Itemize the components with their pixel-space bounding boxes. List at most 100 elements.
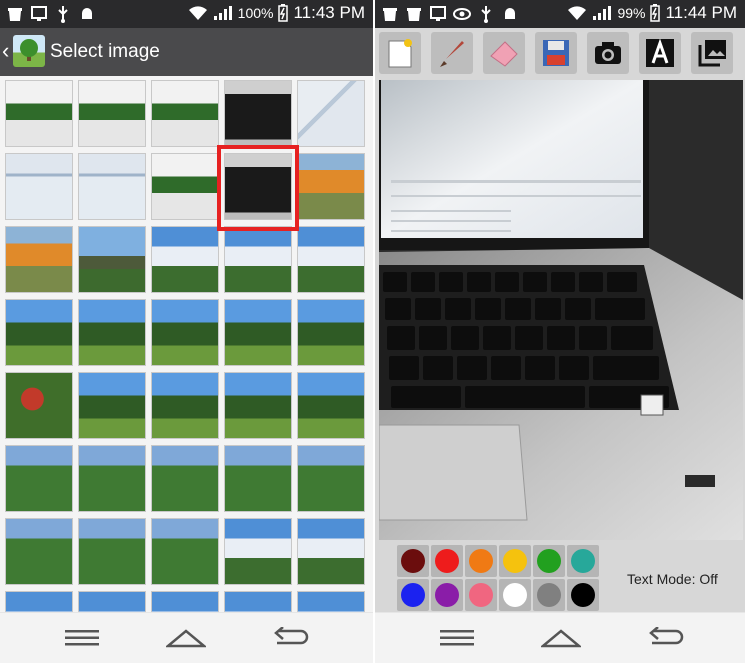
color-swatch[interactable] (465, 579, 497, 611)
image-thumbnail[interactable] (297, 518, 365, 585)
image-thumbnail[interactable] (5, 372, 73, 439)
swatch-dot (469, 549, 493, 573)
image-thumbnail[interactable] (5, 153, 73, 220)
image-thumbnail[interactable] (151, 445, 219, 512)
swatch-dot (503, 549, 527, 573)
image-thumbnail[interactable] (224, 80, 292, 147)
home-icon[interactable] (166, 625, 206, 651)
color-swatch[interactable] (397, 545, 429, 577)
swatch-dot (503, 583, 527, 607)
menu-icon[interactable] (62, 625, 102, 651)
image-thumbnail[interactable] (5, 445, 73, 512)
color-palette: Text Mode: Off (375, 540, 745, 613)
swatch-dot (537, 549, 561, 573)
color-swatch[interactable] (397, 579, 429, 611)
notification-icons (6, 4, 96, 24)
android-icon (501, 4, 519, 24)
paint-screen: 99% 11:44 PM Text Mode: Off (375, 0, 745, 663)
image-thumbnail[interactable] (151, 153, 219, 220)
image-thumbnail[interactable] (78, 226, 146, 293)
home-icon[interactable] (541, 625, 581, 651)
image-thumbnail[interactable] (151, 518, 219, 585)
laptop-photo (379, 80, 743, 540)
color-swatch[interactable] (567, 579, 599, 611)
image-thumbnail[interactable] (224, 372, 292, 439)
image-thumbnail[interactable] (151, 80, 219, 147)
usb-icon (477, 4, 495, 24)
image-thumbnail[interactable] (78, 80, 146, 147)
android-icon (78, 4, 96, 24)
color-swatch[interactable] (499, 579, 531, 611)
swatch-dot (469, 583, 493, 607)
color-swatch[interactable] (465, 545, 497, 577)
image-thumbnail[interactable] (5, 518, 73, 585)
signal-icon (593, 6, 612, 20)
image-thumbnail[interactable] (151, 226, 219, 293)
swatch-dot (537, 583, 561, 607)
back-icon[interactable] (270, 625, 310, 651)
battery-percent: 100% (237, 5, 274, 21)
image-thumbnail[interactable] (5, 226, 73, 293)
clock: 11:44 PM (665, 3, 737, 22)
image-thumbnail[interactable] (151, 299, 219, 366)
eye-icon (453, 4, 471, 24)
toolbar (375, 28, 745, 78)
camera-icon[interactable] (587, 32, 629, 74)
image-thumbnail[interactable] (297, 153, 365, 220)
image-thumbnail[interactable] (224, 226, 292, 293)
image-thumbnail[interactable] (78, 153, 146, 220)
color-swatch[interactable] (533, 579, 565, 611)
image-thumbnail[interactable] (297, 372, 365, 439)
store-icon (381, 4, 399, 24)
color-swatch[interactable] (499, 545, 531, 577)
text-mode-label[interactable]: Text Mode: Off (627, 571, 718, 587)
battery-percent: 99% (617, 5, 646, 21)
color-swatch[interactable] (567, 545, 599, 577)
swatch-dot (571, 549, 595, 573)
signal-icon (213, 6, 232, 20)
wifi-icon (568, 6, 587, 20)
color-swatch[interactable] (533, 545, 565, 577)
image-thumbnail[interactable] (78, 299, 146, 366)
app-bar: ‹ Select image (0, 28, 373, 76)
image-thumbnail[interactable] (78, 445, 146, 512)
image-thumbnail[interactable] (78, 518, 146, 585)
image-thumbnail[interactable] (5, 299, 73, 366)
text-icon[interactable] (639, 32, 681, 74)
menu-icon[interactable] (437, 625, 477, 651)
usb-icon (54, 4, 72, 24)
gallery-icon[interactable] (691, 32, 733, 74)
battery-icon (278, 4, 289, 22)
image-thumbnail[interactable] (297, 80, 365, 147)
chevron-left-icon[interactable]: ‹ (2, 38, 9, 64)
color-swatch[interactable] (431, 545, 463, 577)
select-image-screen: 100% 11:43 PM ‹ Select image (0, 0, 373, 663)
brush-icon[interactable] (431, 32, 473, 74)
status-bar: 99% 11:44 PM (375, 0, 745, 28)
image-thumbnail[interactable] (224, 299, 292, 366)
back-icon[interactable] (645, 625, 685, 651)
image-thumbnail[interactable] (297, 445, 365, 512)
image-thumbnail[interactable] (78, 372, 146, 439)
photo-canvas[interactable] (379, 80, 743, 540)
image-thumbnail[interactable] (151, 372, 219, 439)
battery-icon (650, 4, 661, 22)
image-thumbnail[interactable] (224, 518, 292, 585)
image-thumbnail[interactable] (5, 80, 73, 147)
screen-icon (30, 4, 48, 24)
eraser-icon[interactable] (483, 32, 525, 74)
color-swatch[interactable] (431, 579, 463, 611)
app-logo[interactable] (13, 35, 45, 67)
image-thumbnail[interactable] (297, 299, 365, 366)
store-icon (6, 4, 24, 24)
selection-highlight (217, 145, 299, 231)
navigation-bar (375, 612, 745, 663)
notification-icons (381, 4, 519, 24)
swatch-dot (435, 583, 459, 607)
image-thumbnail[interactable] (297, 226, 365, 293)
wifi-icon (188, 6, 207, 20)
swatch-dot (435, 549, 459, 573)
image-thumbnail[interactable] (224, 445, 292, 512)
new-canvas-icon[interactable] (379, 32, 421, 74)
save-icon[interactable] (535, 32, 577, 74)
